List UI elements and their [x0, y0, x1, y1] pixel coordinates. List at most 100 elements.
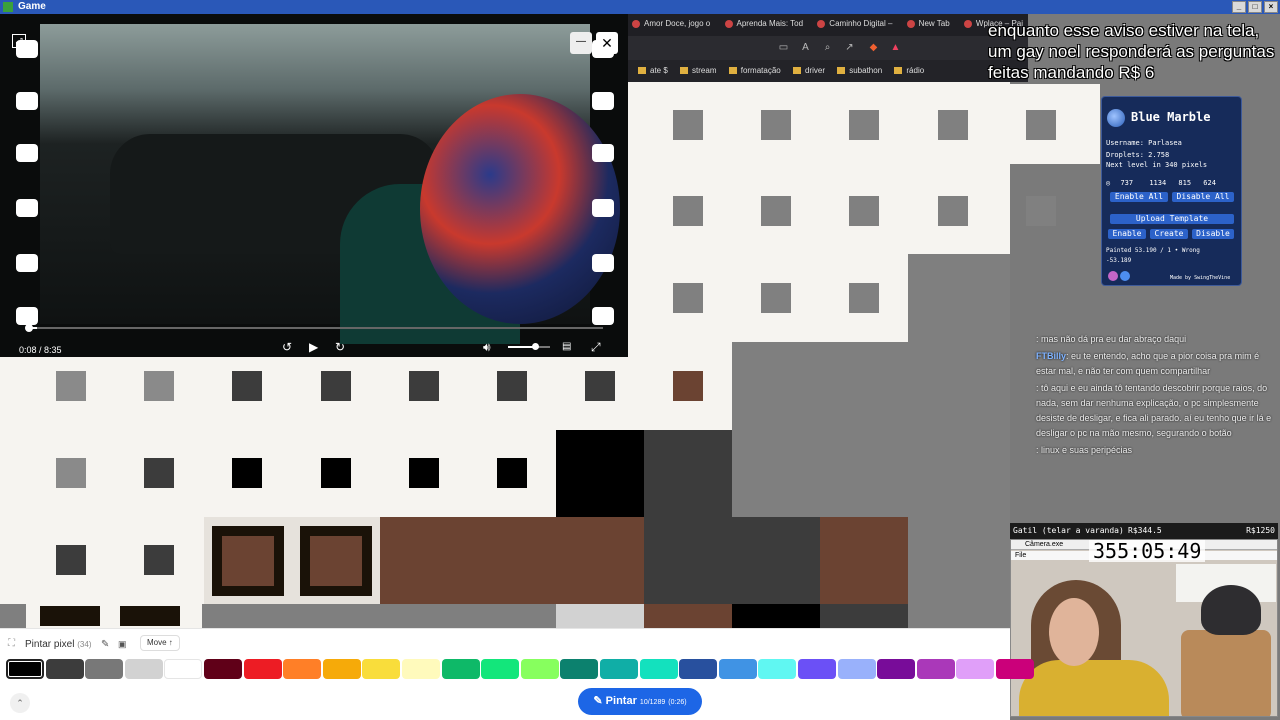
wrong-count: -53.189: [1106, 257, 1132, 264]
color-swatch[interactable]: [362, 659, 401, 679]
color-swatch[interactable]: [718, 659, 757, 679]
rewind-icon[interactable]: ↺: [282, 340, 292, 354]
zoom-icon[interactable]: ⌕: [822, 42, 833, 53]
color-swatch[interactable]: [402, 659, 440, 679]
disable-all-button[interactable]: Disable All: [1172, 192, 1234, 202]
color-swatch[interactable]: [639, 659, 678, 679]
color-swatch[interactable]: [45, 659, 84, 679]
bookmark[interactable]: ate $: [638, 66, 668, 75]
color-swatch[interactable]: [600, 659, 638, 679]
canvas-square: [56, 371, 86, 401]
expand-icon[interactable]: ⛶: [8, 638, 15, 649]
forward-icon[interactable]: ↻: [335, 340, 345, 354]
picture-in-picture-icon[interactable]: ⤢: [12, 34, 26, 48]
sprocket-hole: [592, 254, 614, 272]
coord-input[interactable]: 737: [1120, 179, 1133, 187]
close-window-button[interactable]: ×: [1264, 1, 1278, 13]
coord-input[interactable]: 815: [1178, 179, 1191, 187]
stream-chat: : mas não dá pra eu dar abraço daqui FTB…: [1036, 332, 1280, 460]
volume-knob[interactable]: [532, 343, 539, 350]
paint-pixel-label: Pintar pixel (34): [25, 639, 91, 650]
volume-slider[interactable]: [508, 346, 550, 348]
color-swatch[interactable]: [164, 659, 203, 679]
chat-message: : mas não dá pra eu dar abraço daqui: [1036, 332, 1280, 347]
color-swatch[interactable]: [560, 659, 599, 679]
color-swatch[interactable]: [837, 659, 876, 679]
video-close-button[interactable]: ✕: [596, 32, 618, 54]
collapse-icon[interactable]: ⌃: [10, 693, 30, 713]
canvas-square: [761, 110, 791, 140]
video-player[interactable]: ⤢ — ✕ 0:08 / 8:35 ↺ ▶ ↻ 🔊︎ ▤ ⤢: [0, 14, 628, 357]
color-swatch[interactable]: [441, 659, 480, 679]
video-minimize-button[interactable]: —: [570, 32, 592, 54]
color-swatch[interactable]: [996, 659, 1034, 679]
video-time: 0:08 / 8:35: [19, 345, 62, 355]
browser-tab[interactable]: Caminho Digital –: [813, 14, 900, 36]
volume-icon[interactable]: 🔊︎: [483, 340, 491, 354]
video-progress-bar[interactable]: [28, 327, 603, 329]
disable-button[interactable]: Disable: [1192, 229, 1234, 239]
fullscreen-icon[interactable]: ⤢: [591, 340, 601, 354]
browser-tab[interactable]: New Tab: [903, 14, 958, 36]
color-swatch[interactable]: [283, 659, 322, 679]
screen-icon[interactable]: ▭: [778, 42, 789, 53]
color-swatch[interactable]: [85, 659, 124, 679]
upload-template-button[interactable]: Upload Template: [1110, 214, 1234, 224]
color-swatch[interactable]: [916, 659, 955, 679]
rewards-icon[interactable]: ▲: [890, 42, 901, 53]
translate-icon[interactable]: A: [800, 42, 811, 53]
play-icon[interactable]: ▶: [309, 340, 318, 354]
color-swatch[interactable]: [956, 659, 995, 679]
canvas-square: [56, 545, 86, 575]
chat-message: : linux e suas peripécias: [1036, 443, 1280, 458]
browser-tab[interactable]: Amor Doce, jogo o: [628, 14, 718, 36]
paint-button[interactable]: ✎ Pintar 10/1289 (0:26): [578, 688, 702, 715]
canvas-square: [849, 283, 879, 313]
color-swatch[interactable]: [798, 659, 836, 679]
brave-shield-icon[interactable]: ◆: [868, 42, 879, 53]
color-swatch[interactable]: [322, 659, 361, 679]
heart-icon[interactable]: [1108, 271, 1118, 281]
color-swatch[interactable]: [520, 659, 559, 679]
chat-text: : linux e suas peripécias: [1036, 445, 1133, 455]
bookmark[interactable]: driver: [793, 66, 825, 75]
enable-button[interactable]: Enable: [1108, 229, 1146, 239]
webcam-chair: [1181, 630, 1271, 716]
pin-icon[interactable]: ◎: [1106, 179, 1110, 187]
browser-tab[interactable]: Aprenda Mais: Tod: [721, 14, 812, 36]
paint-timer: (0:26): [668, 699, 687, 706]
color-swatch[interactable]: [6, 659, 44, 679]
paint-pixel-text: Pintar pixel: [25, 639, 75, 650]
captions-icon[interactable]: ▤: [562, 340, 571, 354]
create-button[interactable]: Create: [1150, 229, 1188, 239]
coord-input[interactable]: 1134: [1149, 179, 1166, 187]
canvas-block: [380, 517, 644, 604]
coord-input[interactable]: 624: [1203, 179, 1216, 187]
pencil-icon[interactable]: ✎: [101, 639, 109, 650]
color-swatch[interactable]: [758, 659, 797, 679]
enable-all-button[interactable]: Enable All: [1110, 192, 1168, 202]
share-icon[interactable]: ↗: [844, 42, 855, 53]
bookmark[interactable]: stream: [680, 66, 716, 75]
sprocket-hole: [592, 307, 614, 325]
maximize-button[interactable]: □: [1248, 1, 1262, 13]
video-progress-knob[interactable]: [25, 324, 33, 332]
color-swatch[interactable]: [679, 659, 718, 679]
bookmarks-bar: ate $ stream formatação driver subathon …: [628, 60, 1028, 82]
sprocket-hole: [592, 144, 614, 162]
next-level: Next level in 340 pixels: [1106, 161, 1208, 169]
move-button[interactable]: Move ↑: [140, 635, 180, 651]
game-window: Game _ □ × Amor Doce, jogo o Aprenda Mai…: [0, 0, 1280, 720]
window-titlebar: Game _ □ ×: [0, 0, 1280, 14]
color-swatch[interactable]: [243, 659, 282, 679]
color-swatch[interactable]: [204, 659, 242, 679]
color-swatch[interactable]: [124, 659, 163, 679]
globe-small-icon[interactable]: [1120, 271, 1130, 281]
copy-icon[interactable]: ▣: [118, 639, 127, 650]
color-swatch[interactable]: [481, 659, 520, 679]
bookmark[interactable]: rádio: [894, 66, 924, 75]
color-swatch[interactable]: [877, 659, 916, 679]
bookmark[interactable]: formatação: [729, 66, 781, 75]
bookmark[interactable]: subathon: [837, 66, 882, 75]
minimize-button[interactable]: _: [1232, 1, 1246, 13]
